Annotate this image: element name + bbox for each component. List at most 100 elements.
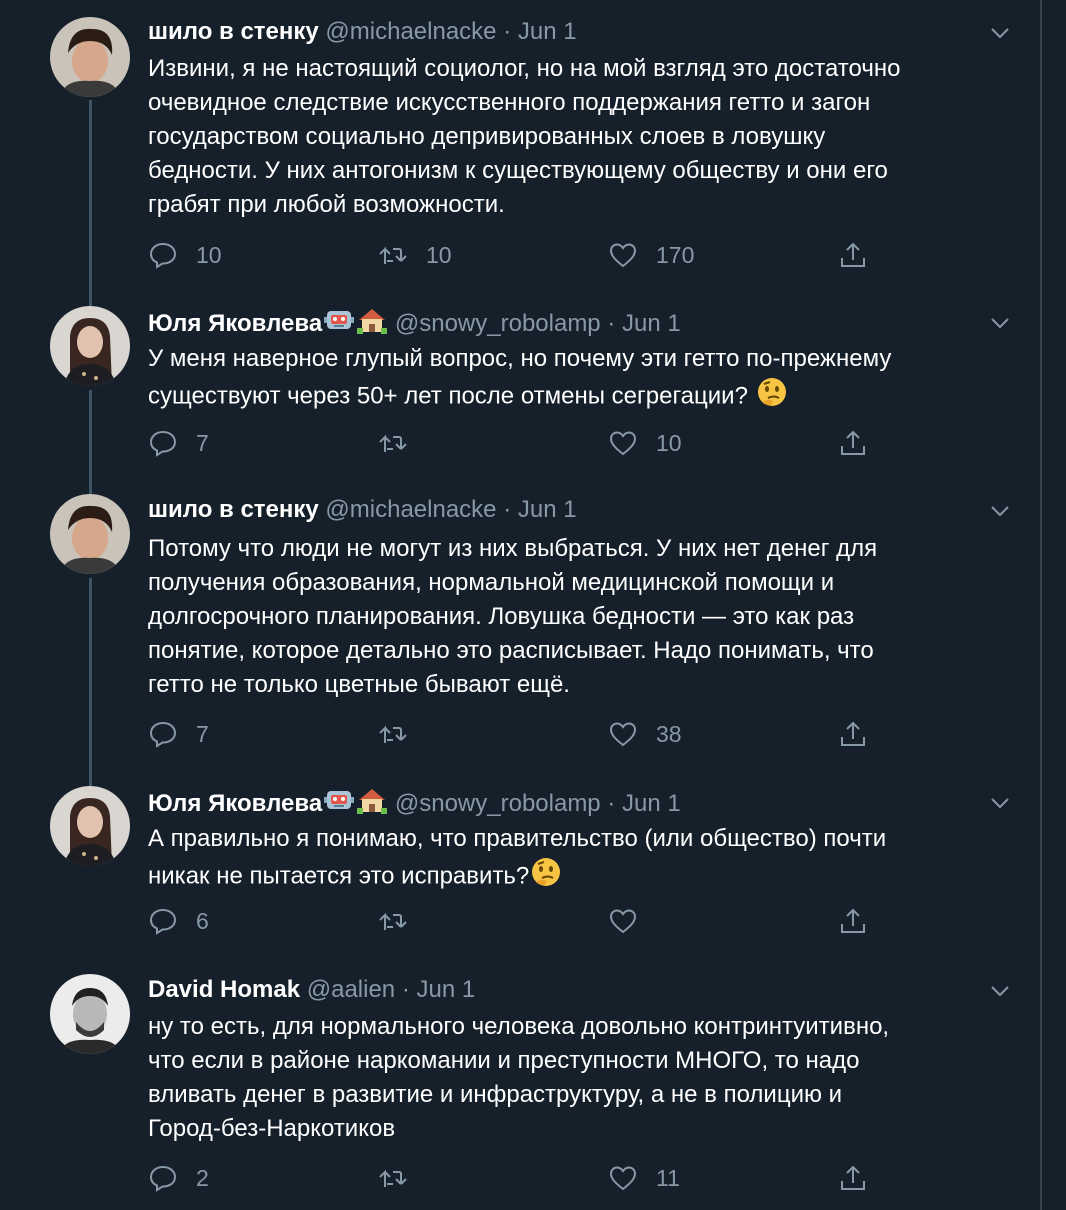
retweet-icon: [378, 719, 408, 749]
reply-button[interactable]: 2: [148, 1161, 209, 1195]
heart-icon: [608, 719, 638, 749]
like-button[interactable]: 170: [608, 238, 694, 272]
share-button[interactable]: [838, 238, 868, 272]
author-handle[interactable]: @michaelnacke: [325, 496, 496, 523]
tweet-date[interactable]: Jun 1: [622, 310, 681, 337]
retweet-icon: [378, 906, 408, 936]
avatar[interactable]: [50, 974, 130, 1054]
reply-button[interactable]: 7: [148, 426, 209, 460]
author-name[interactable]: Юля Яковлева: [148, 790, 322, 817]
reply-icon: [148, 719, 178, 749]
tweet-text: Потому что люди не могут из них выбратьс…: [148, 535, 878, 698]
retweet-button[interactable]: [378, 717, 426, 751]
tweet[interactable]: David Homak @aalien · Jun 1 ну то есть, …: [0, 960, 1040, 1210]
tweet-header: шило в стенку @michaelnacke · Jun 1: [148, 16, 577, 48]
robot-emoji: [323, 306, 355, 343]
like-button[interactable]: [608, 904, 656, 938]
chevron-down-icon[interactable]: [988, 311, 1012, 335]
author-handle[interactable]: @snowy_robolamp: [395, 310, 601, 337]
like-button[interactable]: 10: [608, 426, 682, 460]
retweet-count: 10: [426, 241, 452, 268]
author-name[interactable]: шило в стенку: [148, 496, 319, 523]
share-icon: [838, 428, 868, 458]
reply-count: 10: [196, 241, 222, 268]
tweet[interactable]: шило в стенку @michaelnacke · Jun 1 Изви…: [0, 0, 1040, 290]
tweet-thread: шило в стенку @michaelnacke · Jun 1 Изви…: [0, 0, 1040, 1210]
tweet-header: David Homak @aalien · Jun 1: [148, 974, 475, 1006]
tweet-actions: 2 11: [148, 1161, 888, 1195]
share-button[interactable]: [838, 904, 868, 938]
thread-line: [89, 290, 92, 306]
chevron-down-icon[interactable]: [988, 499, 1012, 523]
thread-line: [89, 390, 92, 480]
separator-dot: ·: [401, 976, 410, 1003]
tweet[interactable]: Юля Яковлева @snowy_robolamp · Jun 1 У м…: [0, 290, 1040, 480]
separator-dot: ·: [503, 496, 512, 523]
reply-button[interactable]: 7: [148, 717, 209, 751]
reply-button[interactable]: 6: [148, 904, 209, 938]
like-count: 170: [656, 241, 695, 268]
author-handle[interactable]: @aalien: [307, 976, 395, 1003]
tweet-actions: 7 38: [148, 717, 888, 751]
tweet-text: А правильно я понимаю, что правительство…: [148, 822, 1018, 898]
thread-line: [89, 578, 92, 770]
separator-dot: ·: [607, 309, 616, 337]
column-border: [1040, 0, 1042, 1210]
reply-count: 7: [196, 720, 209, 747]
share-icon: [838, 719, 868, 749]
like-count: 11: [656, 1164, 680, 1191]
reply-count: 6: [196, 907, 209, 934]
house-emoji: [356, 786, 388, 823]
house-emoji: [356, 306, 388, 343]
heart-icon: [608, 428, 638, 458]
tweet-text: Извини, я не настоящий социолог, но на м…: [148, 55, 901, 218]
chevron-down-icon[interactable]: [988, 21, 1012, 45]
avatar[interactable]: [50, 306, 130, 386]
author-handle[interactable]: @snowy_robolamp: [395, 790, 601, 817]
tweet-date[interactable]: Jun 1: [518, 18, 577, 45]
retweet-button[interactable]: [378, 1161, 426, 1195]
reply-icon: [148, 1163, 178, 1193]
retweet-button[interactable]: 10: [378, 238, 452, 272]
tweet-header: Юля Яковлева @snowy_robolamp · Jun 1: [148, 786, 681, 818]
tweet-header: шило в стенку @michaelnacke · Jun 1: [148, 494, 577, 526]
avatar[interactable]: [50, 786, 130, 866]
tweet-text: У меня наверное глупый вопрос, но почему…: [148, 342, 1018, 418]
author-handle[interactable]: @michaelnacke: [325, 18, 496, 45]
chevron-down-icon[interactable]: [988, 791, 1012, 815]
robot-emoji: [323, 786, 355, 823]
chevron-down-icon[interactable]: [988, 979, 1012, 1003]
separator-dot: ·: [503, 18, 512, 45]
share-button[interactable]: [838, 1161, 868, 1195]
avatar[interactable]: [50, 17, 130, 97]
author-name[interactable]: David Homak: [148, 976, 300, 1003]
tweet[interactable]: шило в стенку @michaelnacke · Jun 1 Пото…: [0, 480, 1040, 770]
reply-count: 2: [196, 1164, 209, 1191]
author-name[interactable]: Юля Яковлева: [148, 310, 322, 337]
tweet-date[interactable]: Jun 1: [518, 496, 577, 523]
retweet-icon: [378, 428, 408, 458]
share-button[interactable]: [838, 426, 868, 460]
heart-icon: [608, 906, 638, 936]
reply-icon: [148, 240, 178, 270]
thinking-face-emoji: [756, 376, 788, 418]
reply-button[interactable]: 10: [148, 238, 222, 272]
like-button[interactable]: 38: [608, 717, 682, 751]
retweet-icon: [378, 240, 408, 270]
author-name[interactable]: шило в стенку: [148, 18, 319, 45]
separator-dot: ·: [607, 789, 616, 817]
avatar[interactable]: [50, 494, 130, 574]
thread-line: [89, 480, 92, 494]
like-button[interactable]: 11: [608, 1161, 680, 1195]
retweet-button[interactable]: [378, 904, 426, 938]
tweet[interactable]: Юля Яковлева @snowy_robolamp · Jun 1 А п…: [0, 770, 1040, 960]
tweet-date[interactable]: Jun 1: [417, 976, 476, 1003]
retweet-button[interactable]: [378, 426, 426, 460]
thread-line: [89, 100, 92, 290]
retweet-icon: [378, 1163, 408, 1193]
thinking-face-emoji: [530, 856, 562, 898]
share-icon: [838, 1163, 868, 1193]
share-icon: [838, 906, 868, 936]
tweet-date[interactable]: Jun 1: [622, 790, 681, 817]
share-button[interactable]: [838, 717, 868, 751]
